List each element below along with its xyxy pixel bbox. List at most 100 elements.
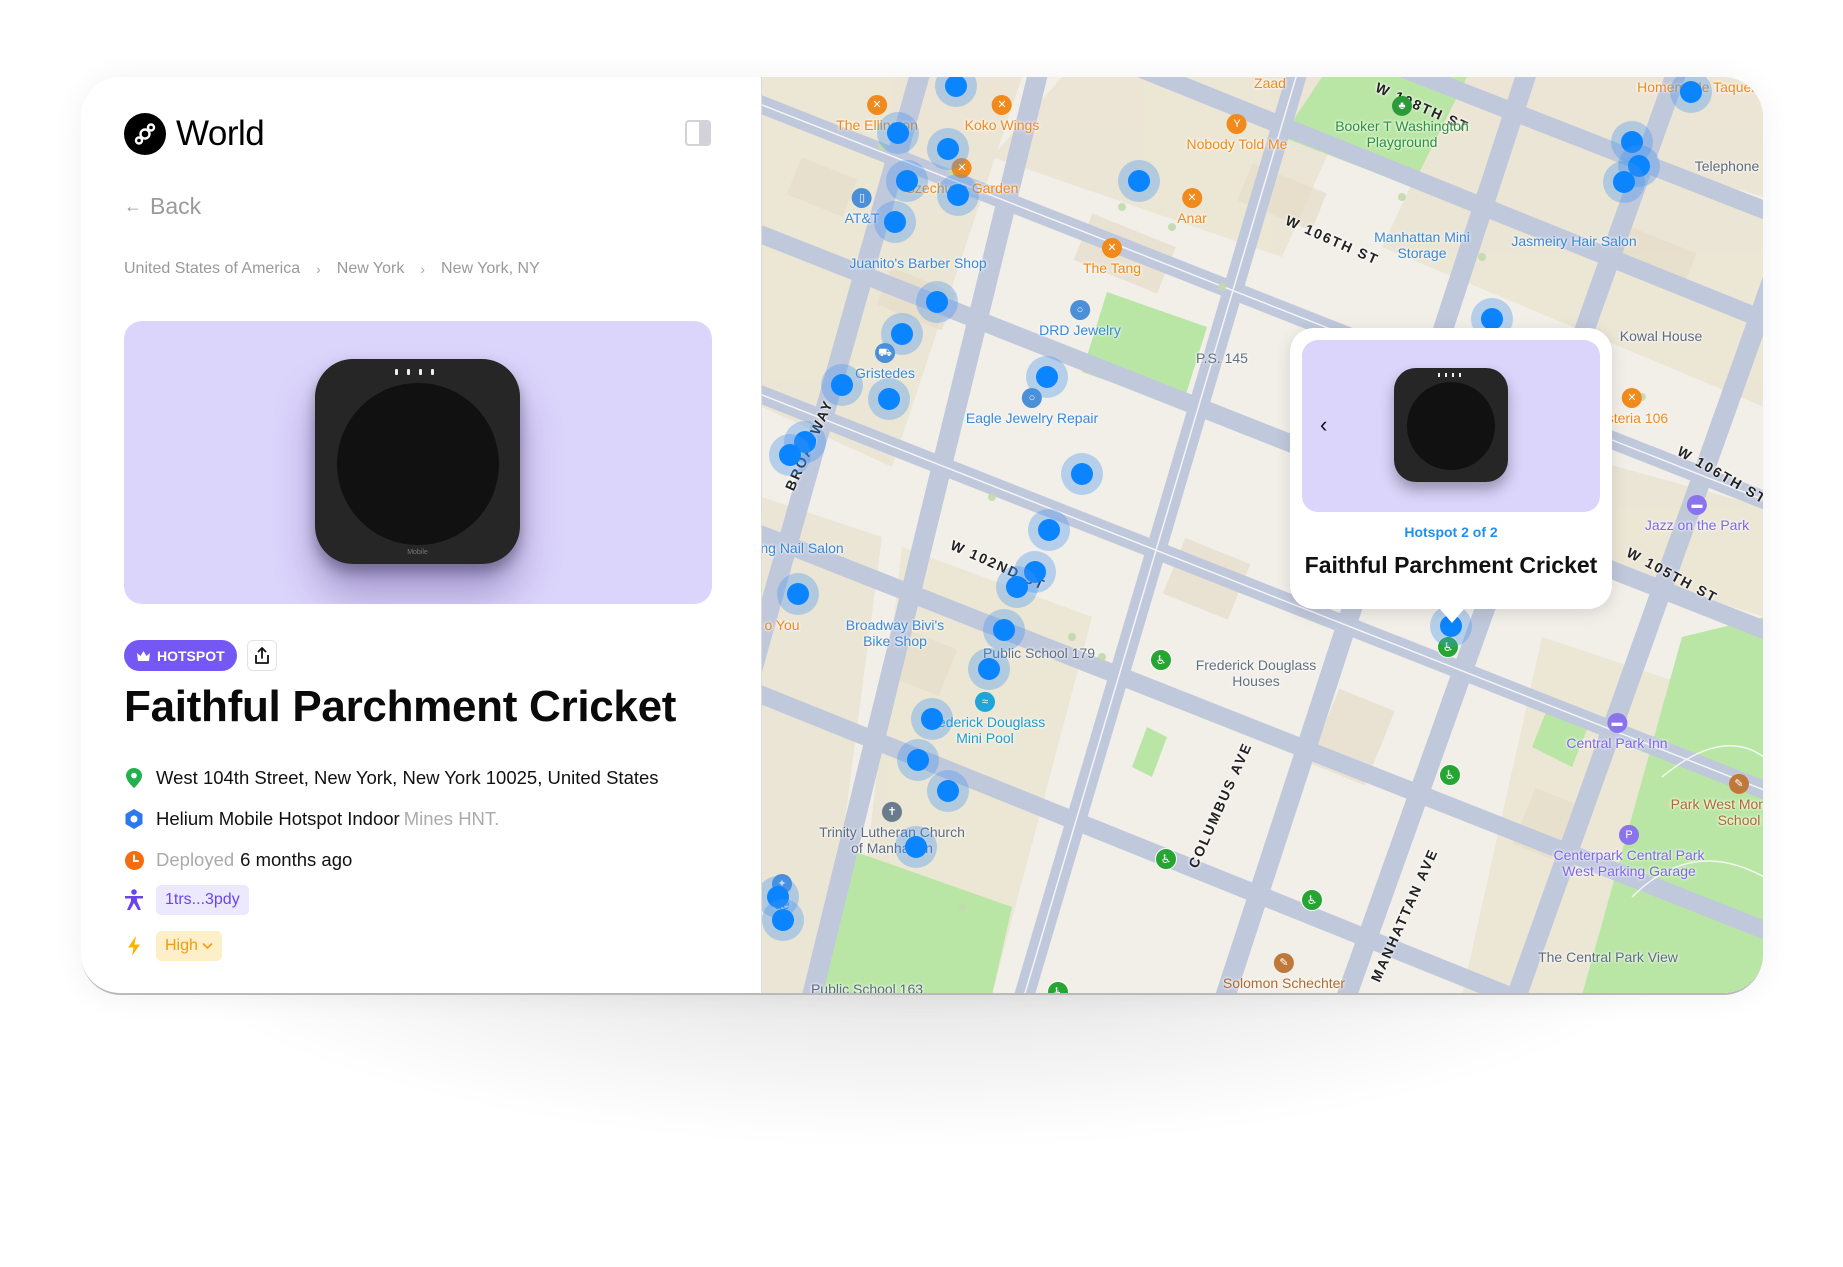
hotspot-marker[interactable] bbox=[916, 281, 958, 323]
hotspot-marker[interactable] bbox=[1118, 160, 1160, 202]
map-poi[interactable]: Kowal House bbox=[1620, 328, 1703, 344]
map-poi[interactable]: ○ Eagle Jewelry Repair bbox=[966, 387, 1098, 426]
hotspot-marker[interactable] bbox=[881, 313, 923, 355]
hotspot-marker[interactable] bbox=[1061, 453, 1103, 495]
hotspot-marker[interactable] bbox=[886, 160, 928, 202]
world-logo-icon bbox=[124, 113, 166, 155]
map-poi[interactable]: ✎Park West Montessori School bbox=[1664, 773, 1763, 828]
map-poi[interactable]: Y Nobody Told Me bbox=[1187, 113, 1287, 152]
hotspot-marker[interactable] bbox=[777, 573, 819, 615]
map-poi[interactable]: ✕ Koko Wings bbox=[965, 94, 1039, 133]
share-icon bbox=[254, 646, 269, 664]
map-poi[interactable]: Zaad bbox=[1254, 77, 1286, 91]
hotspot-marker[interactable] bbox=[911, 698, 953, 740]
hotspot-marker[interactable] bbox=[927, 770, 969, 812]
hotspot-marker[interactable] bbox=[927, 128, 969, 170]
hotspot-badge: HOTSPOT bbox=[124, 640, 237, 671]
hotspot-marker[interactable] bbox=[762, 899, 804, 941]
map-poi[interactable]: Public School 163 bbox=[811, 981, 923, 993]
breadcrumb-state[interactable]: New York bbox=[337, 260, 405, 278]
owner-wallet-link[interactable]: 1trs...3pdy bbox=[156, 885, 249, 915]
map-poi[interactable]: o You bbox=[764, 617, 799, 633]
chevron-right-icon: › bbox=[316, 261, 321, 277]
hotspot-marker[interactable] bbox=[868, 378, 910, 420]
map-poi[interactable]: Manhattan Mini Storage bbox=[1372, 229, 1472, 261]
hexagon-icon bbox=[124, 809, 144, 829]
map-poi[interactable]: P Centerpark Central Park West Parking Ga… bbox=[1539, 824, 1719, 879]
wheelchair-icon: ♿ bbox=[1155, 848, 1177, 870]
device-leds bbox=[395, 369, 434, 375]
app-window: World ← Back United States of America › … bbox=[81, 77, 1763, 995]
app-title: World bbox=[176, 114, 265, 153]
hotspot-marker[interactable] bbox=[968, 648, 1010, 690]
hotspot-name: Faithful Parchment Cricket bbox=[124, 682, 677, 731]
device-brand: Mobile bbox=[407, 549, 428, 556]
hotspot-marker[interactable] bbox=[769, 434, 811, 476]
map-poi[interactable]: Telephone bbox=[1695, 158, 1760, 174]
model-text: Helium Mobile Hotspot Indoor bbox=[156, 808, 400, 829]
map-poi[interactable]: ○ DRD Jewelry bbox=[1039, 299, 1121, 338]
hotspot-marker[interactable] bbox=[821, 364, 863, 406]
chevron-right-icon: › bbox=[420, 261, 426, 277]
map-poi[interactable]: P.S. 145 bbox=[1196, 350, 1248, 366]
address-row: West 104th Street, New York, New York 10… bbox=[124, 767, 659, 789]
screenshot-stage: World ← Back United States of America › … bbox=[0, 0, 1843, 1267]
deployed-row: Deployed 6 months ago bbox=[124, 849, 352, 871]
fork-knife-icon: ✕ bbox=[1102, 237, 1122, 258]
map-view[interactable]: W 108TH ST W 106TH ST W 102ND ST BROADWA… bbox=[761, 77, 1763, 993]
hotspot-marker[interactable] bbox=[937, 174, 979, 216]
arrow-left-icon: ← bbox=[124, 196, 142, 216]
mines-text: Mines HNT. bbox=[403, 808, 500, 829]
map-poi[interactable]: ♣ Booker T Washington Playground bbox=[1332, 95, 1472, 150]
hotspot-badge-label: HOTSPOT bbox=[157, 647, 225, 664]
deployed-value: 6 months ago bbox=[240, 849, 353, 870]
hotspot-popup[interactable]: ‹ Hotspot 2 of 2 Faithful Parchment Cric… bbox=[1290, 328, 1612, 623]
hotspot-marker[interactable] bbox=[874, 201, 916, 243]
hotspot-device-image: Mobile bbox=[315, 359, 520, 564]
cross-icon: ✝ bbox=[882, 801, 902, 822]
fork-knife-icon: ✕ bbox=[867, 94, 887, 115]
map-poi[interactable]: ✎ Solomon Schechter bbox=[1223, 952, 1345, 991]
hotspot-image: Mobile bbox=[124, 321, 712, 604]
hotspot-marker[interactable] bbox=[895, 826, 937, 868]
map-poi[interactable]: ▬ Central Park Inn bbox=[1566, 712, 1668, 751]
hotspot-marker[interactable] bbox=[1028, 509, 1070, 551]
crown-icon bbox=[137, 650, 150, 661]
deployed-label: Deployed bbox=[156, 849, 235, 870]
share-button[interactable] bbox=[246, 640, 277, 671]
hotspot-marker[interactable] bbox=[983, 609, 1025, 651]
device-disk bbox=[337, 383, 499, 545]
swimmer-icon: ≈ bbox=[975, 691, 995, 712]
breadcrumb-city[interactable]: New York, NY bbox=[441, 260, 540, 278]
map-poi[interactable]: Jasmeiry Hair Salon bbox=[1511, 233, 1636, 249]
popup-device-image bbox=[1394, 368, 1508, 482]
breadcrumb-country[interactable]: United States of America bbox=[124, 260, 300, 278]
sidebar-toggle-button[interactable] bbox=[685, 120, 711, 146]
map-poi[interactable]: ▬ Jazz on the Park bbox=[1645, 494, 1749, 533]
signal-row: High bbox=[124, 931, 222, 961]
signal-strength-dropdown[interactable]: High bbox=[156, 931, 222, 961]
hotspot-marker[interactable] bbox=[996, 566, 1038, 608]
popup-hotspot-counter: Hotspot 2 of 2 bbox=[1404, 524, 1498, 540]
back-label: Back bbox=[150, 193, 202, 219]
app-logo[interactable]: World bbox=[124, 113, 265, 155]
hotspot-marker[interactable] bbox=[877, 112, 919, 154]
map-poi[interactable]: ✕ The Tang bbox=[1083, 237, 1141, 276]
map-poi[interactable]: The Central Park View bbox=[1538, 949, 1678, 965]
map-poi[interactable]: ✕ Anar bbox=[1177, 187, 1207, 226]
person-icon bbox=[124, 889, 144, 910]
back-button[interactable]: ← Back bbox=[124, 193, 201, 220]
ring-icon: ○ bbox=[1070, 299, 1090, 320]
map-poi[interactable]: Broadway Bivi's Bike Shop bbox=[835, 617, 955, 649]
wheelchair-icon: ♿ bbox=[1439, 764, 1461, 786]
phone-icon: ▯ bbox=[852, 187, 872, 208]
map-poi[interactable]: ng Nail Salon bbox=[762, 540, 844, 556]
previous-hotspot-button[interactable]: ‹ bbox=[1320, 412, 1327, 438]
hotspot-marker[interactable] bbox=[1026, 356, 1068, 398]
hotspot-marker[interactable] bbox=[1603, 161, 1645, 203]
map-poi[interactable]: Frederick Douglass Houses bbox=[1191, 657, 1321, 689]
map-poi[interactable]: Juanito's Barber Shop bbox=[849, 255, 986, 271]
badge-row: HOTSPOT bbox=[124, 640, 277, 671]
fork-knife-icon: ✕ bbox=[1622, 387, 1642, 408]
school-icon: ✎ bbox=[1274, 952, 1294, 973]
